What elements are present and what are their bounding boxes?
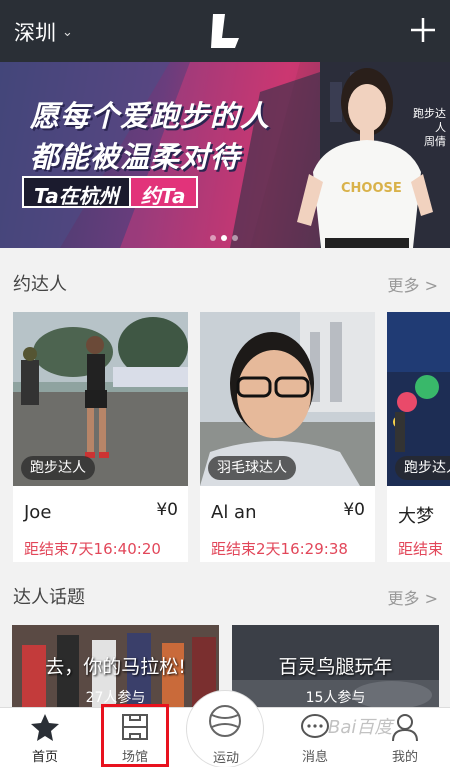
chat-bubble-icon bbox=[301, 714, 329, 738]
ball-icon bbox=[209, 705, 241, 737]
shirt-print: CHOOSE bbox=[341, 181, 402, 196]
person-icon bbox=[392, 714, 418, 742]
expert-price: ¥0 bbox=[156, 500, 178, 520]
meet-experts-title: 约达人 bbox=[13, 274, 67, 295]
expert-name: Al an bbox=[211, 502, 257, 523]
tab-home[interactable]: 首页 bbox=[10, 708, 80, 767]
tab-home-label: 首页 bbox=[31, 750, 58, 765]
expert-category-badge: 羽毛球达人 bbox=[208, 456, 296, 480]
topic-title: 百灵鸟腿玩年 bbox=[278, 656, 393, 678]
banner-runner-photo: CHOOSE bbox=[297, 68, 433, 248]
topic-card[interactable]: 百灵鸟腿玩年 15人参与 bbox=[232, 625, 439, 707]
expert-countdown: 距结束7天16:40:20 bbox=[24, 540, 161, 558]
meet-experts-header: 约达人 更多 > bbox=[0, 262, 450, 302]
topics-header: 达人话题 更多 > bbox=[0, 575, 450, 615]
expert-name: 大梦 bbox=[398, 506, 434, 527]
banner-headline-1: 愿每个爱跑步的人 bbox=[30, 99, 271, 133]
expert-category-badge: 跑步达人 bbox=[21, 456, 95, 480]
expert-countdown: 距结束 bbox=[398, 540, 444, 558]
meet-experts-more-link[interactable]: 更多 > bbox=[388, 272, 439, 296]
tab-sport-label: 运动 bbox=[212, 751, 239, 766]
annotation-highlight-box bbox=[101, 704, 169, 767]
star-icon bbox=[31, 714, 59, 741]
banner-side-role: 跑步达人 bbox=[413, 107, 446, 134]
watermark-text: Bai百度 bbox=[328, 717, 393, 738]
pagination-dot-active bbox=[221, 235, 227, 241]
tab-sport[interactable]: 运动 bbox=[186, 690, 264, 767]
pagination-dot bbox=[210, 235, 216, 241]
expert-name: Joe bbox=[24, 502, 52, 523]
topic-participants: 15人参与 bbox=[305, 690, 366, 706]
city-selector[interactable]: 深圳 ⌄ bbox=[14, 17, 73, 47]
expert-card[interactable]: 跑步达人 大梦 距结束 bbox=[387, 312, 450, 562]
expert-category-badge: 跑步达人 bbox=[395, 456, 450, 480]
banner-pagination bbox=[210, 235, 238, 241]
app-logo-icon bbox=[211, 14, 239, 48]
expert-countdown: 距结束2天16:29:38 bbox=[211, 540, 348, 558]
expert-price: ¥0 bbox=[343, 500, 365, 520]
topic-title: 去，你的马拉松! bbox=[45, 656, 186, 678]
plus-icon[interactable] bbox=[408, 12, 438, 48]
banner-tag: Ta在杭州 约Ta bbox=[22, 176, 198, 208]
banner-side-caption: 跑步达人 周倩 bbox=[406, 107, 446, 149]
chevron-down-icon: ⌄ bbox=[62, 24, 73, 40]
banner-tag-action: 约Ta bbox=[128, 176, 198, 208]
tab-message-label: 消息 bbox=[301, 750, 328, 765]
topics-title: 达人话题 bbox=[13, 587, 85, 608]
expert-cards-carousel[interactable]: 跑步达人 Joe ¥0 距结束7天16:40:20 羽毛球达人 Al an ¥0… bbox=[0, 312, 450, 562]
pagination-dot bbox=[232, 235, 238, 241]
top-bar: 深圳 ⌄ bbox=[0, 0, 450, 62]
banner-tag-location: Ta在杭州 bbox=[22, 176, 129, 208]
topics-more-link[interactable]: 更多 > bbox=[388, 585, 439, 609]
banner-side-name: 周倩 bbox=[424, 135, 446, 148]
promo-banner[interactable]: 愿每个爱跑步的人 都能被温柔对待 Ta在杭州 约Ta CHOOSE 跑步达人 周… bbox=[0, 62, 450, 248]
topic-card[interactable]: 去，你的马拉松! 27人参与 bbox=[12, 625, 219, 707]
expert-card[interactable]: 羽毛球达人 Al an ¥0 距结束2天16:29:38 bbox=[200, 312, 375, 562]
city-label: 深圳 bbox=[14, 21, 56, 45]
expert-card[interactable]: 跑步达人 Joe ¥0 距结束7天16:40:20 bbox=[13, 312, 188, 562]
tab-mine-label: 我的 bbox=[391, 750, 418, 765]
banner-headline-2: 都能被温柔对待 bbox=[30, 140, 241, 174]
